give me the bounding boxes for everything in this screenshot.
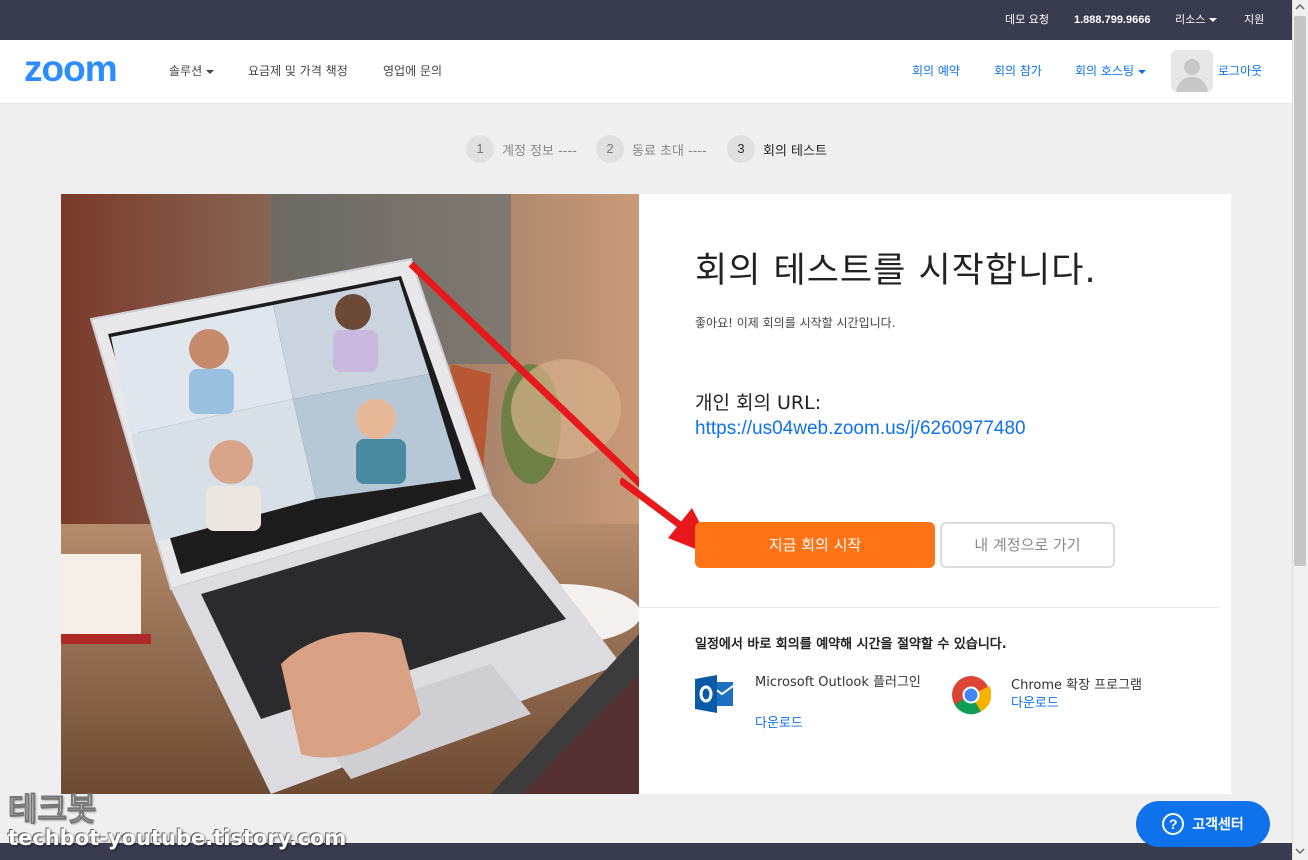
step-number: 1 <box>466 135 494 163</box>
section-divider <box>639 607 1219 608</box>
scroll-down-arrow-icon[interactable] <box>1294 846 1306 856</box>
personal-meeting-url-link[interactable]: https://us04web.zoom.us/j/6260977480 <box>695 418 1026 440</box>
chrome-download-link[interactable]: 다운로드 <box>1011 692 1059 711</box>
question-mark-icon: ? <box>1162 813 1185 835</box>
step-label: 동료 초대 ---- <box>632 143 707 159</box>
laptop-photo-illustration <box>61 194 639 794</box>
step-test-meeting: 3 회의 테스트 <box>727 134 827 164</box>
step-account-info: 1 계정 정보 ---- <box>466 134 577 164</box>
chrome-icon <box>952 676 991 715</box>
zoom-logo-icon: zoom <box>24 48 118 89</box>
step-invite-colleagues: 2 동료 초대 ---- <box>596 134 707 164</box>
go-to-account-button[interactable]: 내 계정으로 가기 <box>940 522 1115 568</box>
personal-url-label: 개인 회의 URL: <box>695 392 822 414</box>
logo-text: zoom <box>24 53 117 87</box>
chevron-down-icon <box>1209 18 1218 22</box>
nav-schedule-meeting[interactable]: 회의 예약 <box>912 40 960 104</box>
nav-host-meeting[interactable]: 회의 호스팅 <box>1075 40 1147 104</box>
outlook-download-link[interactable]: 다운로드 <box>755 712 803 731</box>
resources-label: 리소스 <box>1175 13 1206 26</box>
scrollbar-thumb[interactable] <box>1294 16 1306 566</box>
intro-text: 좋아요! 이제 회의를 시작할 시간입니다. <box>695 316 896 330</box>
outlook-icon <box>695 675 734 713</box>
laptop-video-call-image <box>61 194 639 794</box>
chevron-down-icon <box>206 69 215 74</box>
help-center-button[interactable]: ? 고객센터 <box>1136 801 1270 847</box>
step-number: 2 <box>596 135 624 163</box>
watermark-url: techbot-youtube.tistory.com <box>8 826 347 850</box>
avatar[interactable] <box>1171 50 1213 92</box>
nav-solutions-label: 솔루션 <box>169 64 203 78</box>
phone-number-link[interactable]: 1.888.799.9666 <box>1074 0 1150 40</box>
watermark-title: 테크봇 <box>7 790 97 829</box>
nav-solutions[interactable]: 솔루션 <box>169 40 215 104</box>
nav-pricing[interactable]: 요금제 및 가격 책정 <box>248 40 348 104</box>
help-center-label: 고객센터 <box>1192 817 1244 833</box>
chrome-extension-title: Chrome 확장 프로그램 <box>1011 678 1143 693</box>
step-number: 3 <box>727 135 755 163</box>
support-link[interactable]: 지원 <box>1244 0 1264 40</box>
scroll-up-arrow-icon[interactable] <box>1294 2 1306 12</box>
main-nav: zoom 솔루션 요금제 및 가격 책정 영업에 문의 회의 예약 회의 참가 … <box>0 40 1292 104</box>
start-meeting-button[interactable]: 지금 회의 시작 <box>695 522 935 568</box>
resources-menu[interactable]: 리소스 <box>1175 0 1218 40</box>
logout-link[interactable]: 로그아웃 <box>1218 40 1262 104</box>
schedule-promo-text: 일정에서 바로 회의를 예약해 시간을 절약할 수 있습니다. <box>695 637 1007 652</box>
top-utility-bar: 데모 요청 1.888.799.9666 리소스 지원 <box>0 0 1292 40</box>
demo-request-link[interactable]: 데모 요청 <box>1005 0 1049 40</box>
nav-contact-sales[interactable]: 영업에 문의 <box>383 40 442 104</box>
page-heading: 회의 테스트를 시작합니다. <box>695 251 1097 291</box>
outlook-plugin-title: Microsoft Outlook 플러그인 <box>755 675 921 690</box>
chevron-down-icon <box>1138 69 1147 74</box>
nav-host-label: 회의 호스팅 <box>1075 64 1135 78</box>
user-avatar-icon <box>1176 59 1208 92</box>
step-label: 회의 테스트 <box>763 143 827 159</box>
step-label: 계정 정보 ---- <box>502 143 577 159</box>
zoom-logo[interactable]: zoom <box>24 48 136 91</box>
nav-join-meeting[interactable]: 회의 참가 <box>994 40 1042 104</box>
